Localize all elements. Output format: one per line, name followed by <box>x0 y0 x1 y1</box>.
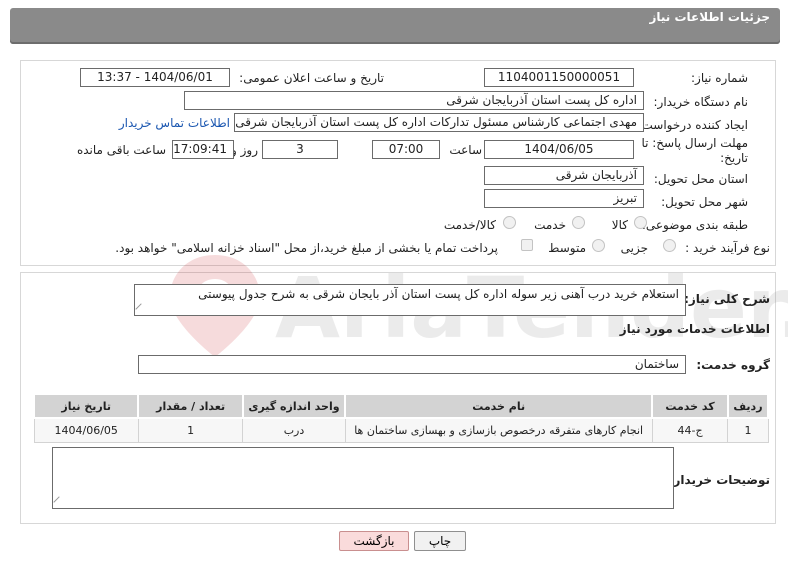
summary-textarea[interactable]: استعلام خرید درب آهنی زیر سوله اداره کل … <box>134 284 686 316</box>
category-radio-service[interactable] <box>572 216 585 229</box>
buyer-notes-textarea[interactable] <box>52 447 674 509</box>
resize-handle-icon[interactable] <box>135 303 147 315</box>
back-button[interactable]: بازگشت <box>339 531 409 551</box>
need-number-field[interactable]: 1104001150000051 <box>484 68 634 87</box>
process-radio-medium[interactable] <box>592 239 605 252</box>
city-label: شهر محل تحویل: <box>661 195 748 209</box>
process-option-minor: جزیی <box>620 241 648 255</box>
deadline-label: مهلت ارسال پاسخ: تا تاریخ: <box>641 136 748 165</box>
col-header-service-code: کد خدمت <box>651 393 729 419</box>
table-row: 1 ج-44 انجام کارهای متفرقه درخصوص بازساز… <box>33 417 769 443</box>
table-header-row: ردیف کد خدمت نام خدمت واحد اندازه گیری ت… <box>32 393 770 419</box>
col-header-need-date: تاریخ نیاز <box>32 393 140 419</box>
category-option-service: خدمت <box>534 218 566 232</box>
deadline-time-field[interactable]: 07:00 <box>372 140 440 159</box>
cell-need-date: 1404/06/05 <box>33 417 139 443</box>
cell-quantity: 1 <box>137 417 244 443</box>
buyer-notes-label: توضیحات خریدار: <box>668 473 770 487</box>
services-table: ردیف کد خدمت نام خدمت واحد اندازه گیری ت… <box>32 393 770 443</box>
category-radio-both[interactable] <box>503 216 516 229</box>
col-header-service-name: نام خدمت <box>344 393 654 419</box>
process-option-medium: متوسط <box>548 241 586 255</box>
col-header-unit: واحد اندازه گیری <box>241 393 347 419</box>
need-number-label: شماره نیاز: <box>691 71 748 85</box>
col-header-quantity: تعداد / مقدار <box>137 393 244 419</box>
cell-row-number: 1 <box>727 417 769 443</box>
summary-text: استعلام خرید درب آهنی زیر سوله اداره کل … <box>198 287 679 301</box>
category-radio-goods[interactable] <box>634 216 647 229</box>
province-label: استان محل تحویل: <box>653 172 748 186</box>
service-group-label: گروه خدمت: <box>696 358 770 372</box>
creator-field[interactable]: مهدی اجتماعی کارشناس مسئول تدارکات اداره… <box>234 113 644 132</box>
resize-handle-icon[interactable] <box>53 496 65 508</box>
announce-field[interactable]: 1404/06/01 - 13:37 <box>80 68 230 87</box>
creator-label: ایجاد کننده درخواست: <box>637 118 748 132</box>
province-field[interactable]: آذربایجان شرقی <box>484 166 644 185</box>
announce-label: تاریخ و ساعت اعلان عمومی: <box>239 71 384 85</box>
cell-service-name: انجام کارهای متفرقه درخصوص بازسازی و بهس… <box>344 417 653 443</box>
remaining-label: ساعت باقی مانده <box>76 143 166 157</box>
service-group-field[interactable]: ساختمان <box>138 355 686 374</box>
buyer-org-label: نام دستگاه خریدار: <box>653 95 749 109</box>
buyer-org-field[interactable]: اداره کل پست استان آذربایجان شرقی <box>184 91 644 110</box>
treasury-checkbox[interactable] <box>521 239 533 251</box>
summary-label: شرح کلی نیاز: <box>684 292 770 306</box>
cell-service-code: ج-44 <box>651 417 729 443</box>
cell-unit: درب <box>242 417 346 443</box>
process-radio-minor[interactable] <box>663 239 676 252</box>
services-heading: اطلاعات خدمات مورد نیاز <box>619 322 770 336</box>
remaining-time-field[interactable]: 17:09:41 <box>172 140 234 159</box>
category-label: طبقه بندی موضوعی: <box>641 218 748 232</box>
process-label: نوع فرآیند خرید : <box>685 241 770 255</box>
category-option-goods: کالا <box>611 218 628 232</box>
deadline-time-label: ساعت <box>449 143 482 157</box>
city-field[interactable]: تبریز <box>484 189 644 208</box>
print-button[interactable]: چاپ <box>414 531 466 551</box>
days-field[interactable]: 3 <box>262 140 338 159</box>
col-header-row-number: ردیف <box>726 393 770 419</box>
payment-note: پرداخت تمام یا بخشی از مبلغ خرید،از محل … <box>115 241 498 255</box>
days-label: روز و <box>231 143 258 157</box>
page-title: جزئیات اطلاعات نیاز <box>649 10 770 24</box>
buyer-contact-link[interactable]: اطلاعات تماس خریدار <box>119 116 230 130</box>
deadline-date-field[interactable]: 1404/06/05 <box>484 140 634 159</box>
category-option-both: کالا/خدمت <box>443 218 496 232</box>
